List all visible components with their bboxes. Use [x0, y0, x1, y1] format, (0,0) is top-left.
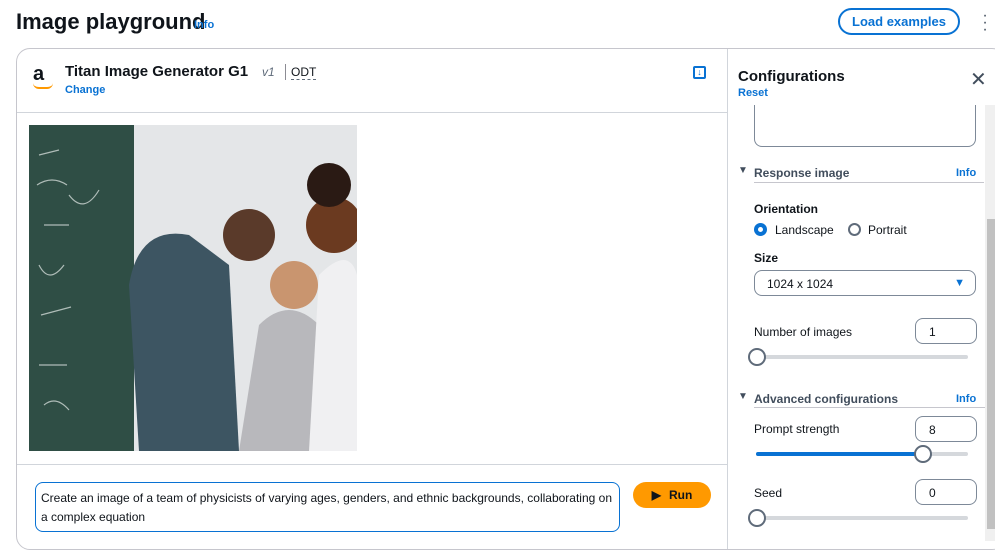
slider-handle[interactable] — [748, 348, 766, 366]
number-of-images-slider[interactable] — [756, 355, 968, 359]
divider — [754, 407, 995, 408]
size-select[interactable]: 1024 x 1024 ▼ — [754, 270, 976, 296]
seed-input[interactable]: 0 — [915, 479, 977, 505]
number-of-images-label: Number of images — [754, 325, 853, 339]
slider-handle[interactable] — [914, 445, 933, 463]
expand-caret-icon[interactable]: ▼ — [738, 391, 748, 402]
seed-label: Seed — [754, 486, 783, 500]
divider — [754, 182, 984, 183]
model-name: Titan Image Generator G1 — [65, 63, 249, 80]
scrollbar-thumb[interactable] — [987, 219, 995, 529]
page-title: Image playground — [16, 9, 206, 34]
size-label: Size — [754, 251, 779, 265]
divider — [17, 464, 728, 465]
amazon-smile-icon — [33, 83, 53, 89]
response-image-header[interactable]: Response image — [754, 166, 849, 180]
orientation-label: Orientation — [754, 202, 819, 216]
run-button[interactable]: ▶ Run — [633, 482, 711, 508]
expand-caret-icon[interactable]: ▼ — [738, 165, 748, 176]
model-tag[interactable]: ODT — [291, 65, 317, 80]
chevron-down-icon: ▼ — [954, 277, 965, 289]
configurations-panel: Configurations Reset ✕ ▼ Response image … — [728, 49, 995, 549]
divider — [17, 112, 728, 113]
response-image-info-link[interactable]: Info — [956, 167, 976, 179]
reset-link[interactable]: Reset — [738, 87, 768, 99]
size-value: 1024 x 1024 — [767, 277, 834, 291]
load-examples-button[interactable]: Load examples — [838, 8, 960, 35]
advanced-info-link[interactable]: Info — [956, 393, 976, 405]
seed-slider[interactable] — [756, 516, 968, 520]
download-icon[interactable]: ↓ — [693, 66, 706, 79]
info-link[interactable]: Info — [194, 19, 214, 31]
prompt-strength-label: Prompt strength — [754, 422, 840, 436]
output-panel: a Titan Image Generator G1 v1 ODT Change… — [17, 49, 728, 549]
portrait-label[interactable]: Portrait — [868, 223, 907, 237]
configurations-title: Configurations — [738, 68, 845, 85]
prompt-strength-input[interactable]: 8 — [915, 416, 977, 442]
play-icon: ▶ — [651, 488, 661, 502]
change-model-link[interactable]: Change — [65, 84, 105, 96]
landscape-radio[interactable] — [754, 223, 767, 236]
advanced-configurations-header[interactable]: Advanced configurations — [754, 392, 898, 406]
more-options-icon[interactable]: · · · — [980, 8, 990, 38]
model-version: v1 — [262, 65, 275, 79]
prompt-input[interactable]: Create an image of a team of physicists … — [35, 482, 620, 532]
portrait-radio[interactable] — [848, 223, 861, 236]
divider — [285, 64, 286, 80]
close-icon[interactable]: ✕ — [970, 67, 987, 92]
prompt-strength-slider[interactable] — [756, 452, 968, 456]
generated-image[interactable] — [29, 125, 357, 451]
negative-prompt-input[interactable] — [754, 105, 976, 147]
playground-card: a Titan Image Generator G1 v1 ODT Change… — [16, 48, 995, 550]
run-label: Run — [668, 488, 693, 502]
landscape-label[interactable]: Landscape — [775, 223, 834, 237]
number-of-images-input[interactable]: 1 — [915, 318, 977, 344]
slider-fill — [756, 452, 924, 456]
slider-handle[interactable] — [748, 509, 766, 527]
